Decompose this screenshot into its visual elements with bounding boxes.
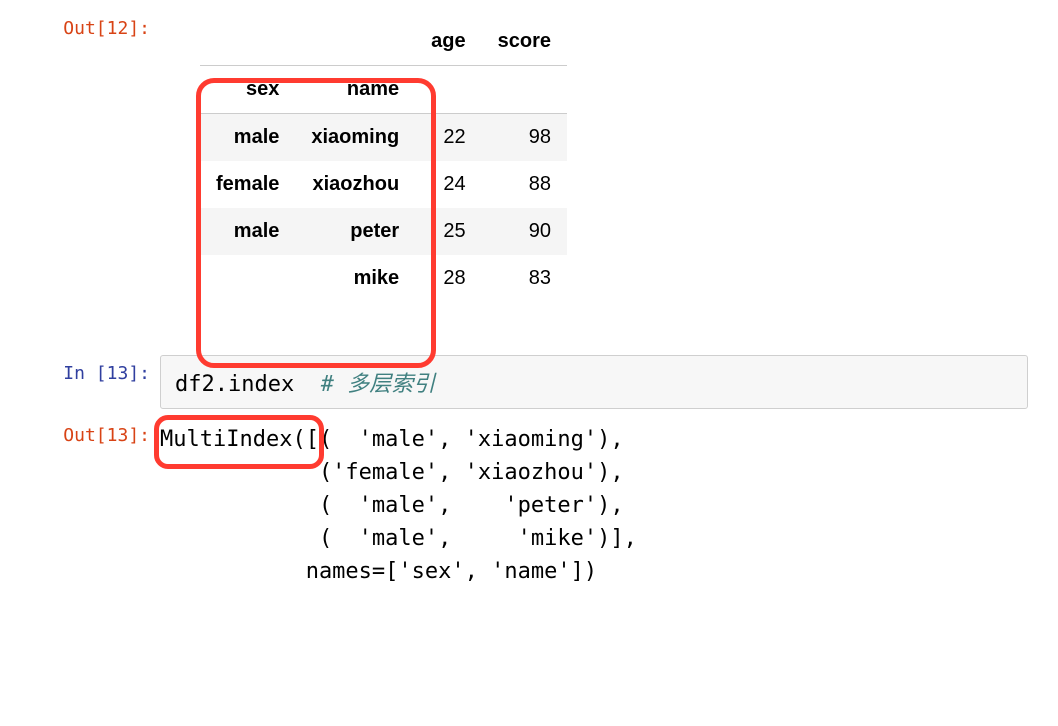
input-cell-13: In [13]: df2.index # 多层索引 <box>30 355 1028 409</box>
multiindex-output: MultiIndex([( 'male', 'xiaoming'), ('fem… <box>160 423 1028 588</box>
col-age: age <box>415 18 481 66</box>
idx-sex: female <box>200 161 295 208</box>
cell-score: 88 <box>482 161 567 208</box>
output-area-13: MultiIndex([( 'male', 'xiaoming'), ('fem… <box>160 417 1028 588</box>
output-cell-12: Out[12]: age score sex name <box>30 10 1028 307</box>
cell-age: 24 <box>415 161 481 208</box>
dataframe-wrap: age score sex name male xiaoming 22 <box>160 18 567 302</box>
cell-age: 25 <box>415 208 481 255</box>
input-prompt-13: In [13]: <box>30 355 160 384</box>
table-row: female xiaozhou 24 88 <box>200 161 567 208</box>
output-prompt-13: Out[13]: <box>30 417 160 446</box>
code-comment: # 多层索引 <box>321 372 436 397</box>
output-prompt-12: Out[12]: <box>30 10 160 39</box>
output-cell-13: Out[13]: MultiIndex([( 'male', 'xiaoming… <box>30 417 1028 588</box>
column-header-row: age score <box>200 18 567 66</box>
code-input-13[interactable]: df2.index # 多层索引 <box>160 355 1028 409</box>
index-header-row: sex name <box>200 66 567 114</box>
cell-score: 83 <box>482 255 567 302</box>
cell-score: 90 <box>482 208 567 255</box>
table-row: mike 28 83 <box>200 255 567 302</box>
output-area-12: age score sex name male xiaoming 22 <box>160 10 1028 307</box>
cell-score: 98 <box>482 114 567 162</box>
index-name-name: name <box>295 66 415 114</box>
idx-sex: male <box>200 114 295 162</box>
index-name-sex: sex <box>200 66 295 114</box>
table-row: male xiaoming 22 98 <box>200 114 567 162</box>
cell-age: 28 <box>415 255 481 302</box>
idx-sex: male <box>200 208 295 255</box>
table-row: male peter 25 90 <box>200 208 567 255</box>
idx-name: xiaoming <box>295 114 415 162</box>
idx-name: xiaozhou <box>295 161 415 208</box>
dataframe-table: age score sex name male xiaoming 22 <box>200 18 567 302</box>
idx-name: peter <box>295 208 415 255</box>
code-expr: df2.index <box>175 372 294 397</box>
col-score: score <box>482 18 567 66</box>
idx-name: mike <box>295 255 415 302</box>
cell-age: 22 <box>415 114 481 162</box>
idx-sex <box>200 255 295 302</box>
